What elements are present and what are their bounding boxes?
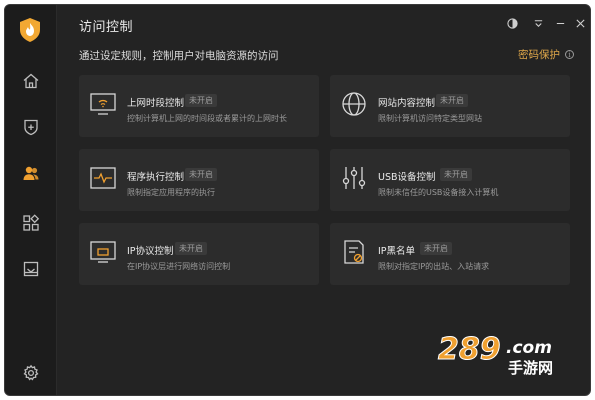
card-description: 限制计算机访问特定类型网站 bbox=[378, 114, 482, 123]
nav-settings[interactable] bbox=[5, 353, 57, 393]
card-program-execution-control[interactable]: 程序执行控制 未开启 限制指定应用程序的执行 bbox=[79, 149, 319, 211]
inbox-icon bbox=[23, 261, 39, 277]
status-badge: 未开启 bbox=[185, 168, 217, 181]
card-ip-blacklist[interactable]: IP黑名单 未开启 限制对指定IP的出站、入站请求 bbox=[330, 223, 570, 285]
close-button[interactable] bbox=[572, 15, 588, 31]
info-icon: i bbox=[565, 50, 574, 59]
card-website-content-control[interactable]: 网站内容控制 未开启 限制计算机访问特定类型网站 bbox=[330, 75, 570, 137]
card-title: 程序执行控制 bbox=[127, 172, 185, 183]
minimize-icon bbox=[556, 22, 564, 24]
page-title: 访问控制 bbox=[79, 20, 134, 35]
card-online-time-control[interactable]: 上网时段控制 未开启 控制计算机上网的时间段或者累计的上网时长 bbox=[79, 75, 319, 137]
watermark-digits: 289 bbox=[438, 332, 501, 367]
card-title: USB设备控制 bbox=[378, 172, 436, 183]
status-badge: 未开启 bbox=[185, 94, 217, 107]
monitor-wifi-icon bbox=[90, 93, 116, 115]
dropdown-menu-icon bbox=[534, 19, 542, 27]
watermark-domain: .com bbox=[506, 338, 552, 358]
card-usb-device-control[interactable]: USB设备控制 未开启 限制未信任的USB设备接入计算机 bbox=[330, 149, 570, 211]
card-description: 控制计算机上网的时间段或者累计的上网时长 bbox=[127, 114, 287, 123]
main-content: 访问控制 通过设定规则，控制用户对电脑资源的访问 密码保护 i 上网时段控制 未… bbox=[57, 5, 590, 395]
apps-icon bbox=[23, 214, 40, 231]
globe-icon bbox=[342, 92, 366, 116]
sidebar bbox=[5, 5, 57, 395]
status-badge: 未开启 bbox=[436, 94, 468, 107]
page-subtitle: 通过设定规则，控制用户对电脑资源的访问 bbox=[79, 50, 279, 62]
status-badge: 未开启 bbox=[175, 242, 207, 255]
card-description: 限制对指定IP的出站、入站请求 bbox=[378, 262, 490, 271]
nav-inbox[interactable] bbox=[5, 249, 57, 289]
card-title: 网站内容控制 bbox=[378, 98, 436, 109]
monitor-icon bbox=[90, 241, 116, 263]
blocked-document-icon bbox=[344, 240, 364, 264]
nav-protection[interactable] bbox=[5, 107, 57, 147]
watermark-tagline: 手游网 bbox=[508, 359, 553, 377]
theme-toggle-button[interactable] bbox=[504, 15, 520, 31]
card-ip-protocol-control[interactable]: IP协议控制 未开启 在IP协议层进行网络访问控制 bbox=[79, 223, 319, 285]
card-title: IP黑名单 bbox=[378, 246, 416, 257]
card-description: 限制指定应用程序的执行 bbox=[127, 188, 215, 197]
shield-logo-icon bbox=[20, 18, 40, 42]
contrast-icon bbox=[506, 17, 518, 29]
pulse-window-icon bbox=[90, 167, 116, 189]
card-description: 限制未信任的USB设备接入计算机 bbox=[378, 188, 499, 197]
status-badge: 未开启 bbox=[420, 242, 452, 255]
status-badge: 未开启 bbox=[440, 168, 472, 181]
users-icon bbox=[23, 166, 39, 180]
nav-home[interactable] bbox=[5, 61, 57, 101]
gear-icon bbox=[23, 364, 39, 381]
password-protection-link[interactable]: 密码保护 i bbox=[518, 47, 574, 62]
nav-tools[interactable] bbox=[5, 203, 57, 243]
home-icon bbox=[23, 73, 39, 89]
nav-access-control[interactable] bbox=[5, 153, 57, 193]
minimize-button[interactable] bbox=[552, 15, 568, 31]
shield-plus-icon bbox=[24, 119, 38, 136]
app-window: 访问控制 通过设定规则，控制用户对电脑资源的访问 密码保护 i 上网时段控制 未… bbox=[4, 4, 591, 396]
card-title: IP协议控制 bbox=[127, 246, 174, 257]
watermark-logo: 289 .com 手游网 bbox=[438, 332, 554, 378]
card-description: 在IP协议层进行网络访问控制 bbox=[127, 262, 231, 271]
sliders-icon bbox=[342, 167, 366, 189]
close-icon bbox=[575, 18, 585, 28]
card-title: 上网时段控制 bbox=[127, 98, 185, 109]
password-protection-label: 密码保护 bbox=[518, 49, 560, 61]
menu-button[interactable] bbox=[530, 15, 546, 31]
